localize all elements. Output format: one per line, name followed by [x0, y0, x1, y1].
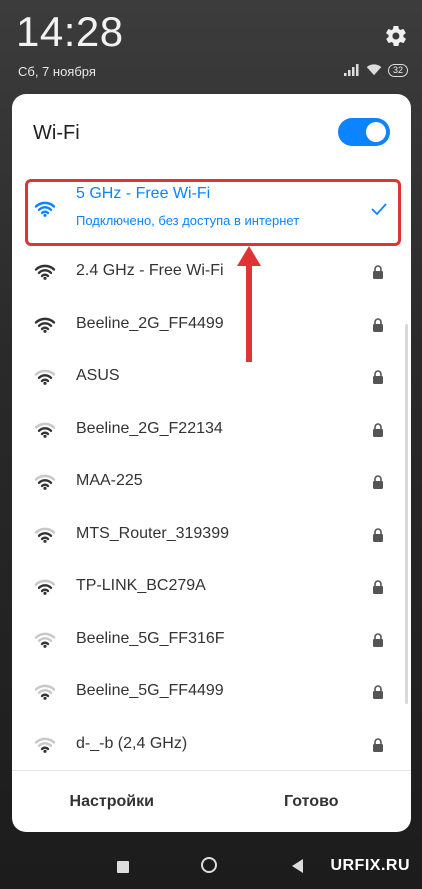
- wifi-status-icon: [366, 64, 382, 76]
- settings-button[interactable]: Настройки: [12, 771, 212, 832]
- dialog-footer: Настройки Готово: [12, 770, 411, 832]
- lock-icon: [373, 370, 383, 385]
- network-name: ASUS: [76, 367, 120, 384]
- network-row[interactable]: MTS_Router_319399: [12, 509, 411, 562]
- navigation-bar: URFIX.RU: [0, 845, 422, 889]
- lock-icon: [373, 633, 383, 647]
- check-icon: [371, 203, 387, 216]
- scrollbar[interactable]: [405, 324, 408, 704]
- watermark: URFIX.RU: [330, 857, 410, 874]
- network-name: MAA-225: [76, 472, 143, 489]
- network-row[interactable]: Beeline_5G_FF4499: [12, 666, 411, 719]
- back-button[interactable]: [292, 859, 303, 873]
- red-arrow-annotation: [237, 246, 261, 362]
- network-row[interactable]: ASUS: [12, 351, 411, 404]
- battery-indicator: 32: [387, 63, 408, 77]
- lock-icon: [373, 580, 383, 595]
- cellular-signal-icon: [343, 64, 359, 76]
- wifi-signal-icon: [34, 632, 56, 648]
- done-button[interactable]: Готово: [212, 771, 412, 832]
- network-name: Beeline_5G_FF4499: [76, 682, 224, 699]
- recents-button[interactable]: [117, 861, 129, 873]
- wifi-signal-icon: [34, 317, 56, 333]
- date: Сб, 7 ноября: [18, 64, 96, 79]
- dialog-title: Wi-Fi: [33, 122, 80, 144]
- wifi-signal-icon: [34, 201, 56, 217]
- network-row[interactable]: 2.4 GHz - Free Wi-Fi: [12, 246, 411, 299]
- lock-icon: [373, 475, 383, 490]
- wifi-signal-icon: [34, 685, 56, 701]
- clock: 14:28: [16, 8, 124, 55]
- gear-icon[interactable]: [384, 24, 408, 48]
- wifi-signal-icon: [34, 475, 56, 491]
- dialog-header: Wi-Fi: [12, 94, 411, 172]
- network-name: 5 GHz - Free Wi-Fi: [76, 185, 211, 202]
- network-row-connected[interactable]: 5 GHz - Free Wi-Fi Подключено, без доступ…: [12, 172, 411, 246]
- network-row[interactable]: Beeline_2G_FF4499: [12, 299, 411, 352]
- status-icons: 32: [343, 62, 408, 78]
- lock-icon: [373, 738, 383, 752]
- lock-icon: [373, 318, 383, 332]
- status-bar: 14:28 Сб, 7 ноября 32: [0, 0, 422, 92]
- lock-icon: [373, 423, 383, 437]
- wifi-signal-icon: [34, 527, 56, 543]
- network-row[interactable]: TP-LINK_BC279A: [12, 561, 411, 614]
- toggle-knob: [366, 122, 386, 142]
- network-name: Beeline_2G_FF4499: [76, 314, 224, 332]
- network-name: Beeline_5G_FF316F: [76, 629, 225, 647]
- lock-icon: [373, 528, 383, 542]
- network-list[interactable]: 5 GHz - Free Wi-Fi Подключено, без доступ…: [12, 172, 411, 771]
- network-name: Beeline_2G_F22134: [76, 419, 223, 437]
- network-status: Подключено, без доступа в интернет: [76, 213, 300, 228]
- wifi-signal-icon: [34, 265, 56, 281]
- wifi-signal-icon: [34, 580, 56, 596]
- network-row[interactable]: MAA-225: [12, 456, 411, 509]
- wifi-dialog: Wi-Fi 5 GHz - Free Wi-Fi Подключено, без …: [12, 94, 411, 832]
- lock-icon: [373, 265, 383, 280]
- network-name: 2.4 GHz - Free Wi-Fi: [76, 262, 224, 279]
- lock-icon: [373, 685, 383, 700]
- network-row[interactable]: d-_-b (2,4 GHz): [12, 719, 411, 772]
- network-row[interactable]: Beeline_5G_FF316F: [12, 614, 411, 667]
- wifi-toggle[interactable]: [338, 118, 390, 146]
- network-row[interactable]: Beeline_2G_F22134: [12, 404, 411, 457]
- home-button[interactable]: [201, 857, 217, 873]
- network-name: TP-LINK_BC279A: [76, 577, 206, 594]
- wifi-signal-icon: [34, 422, 56, 438]
- network-name: MTS_Router_319399: [76, 524, 229, 542]
- network-name: d-_-b (2,4 GHz): [76, 734, 188, 752]
- wifi-signal-icon: [34, 737, 56, 753]
- wifi-signal-icon: [34, 370, 56, 386]
